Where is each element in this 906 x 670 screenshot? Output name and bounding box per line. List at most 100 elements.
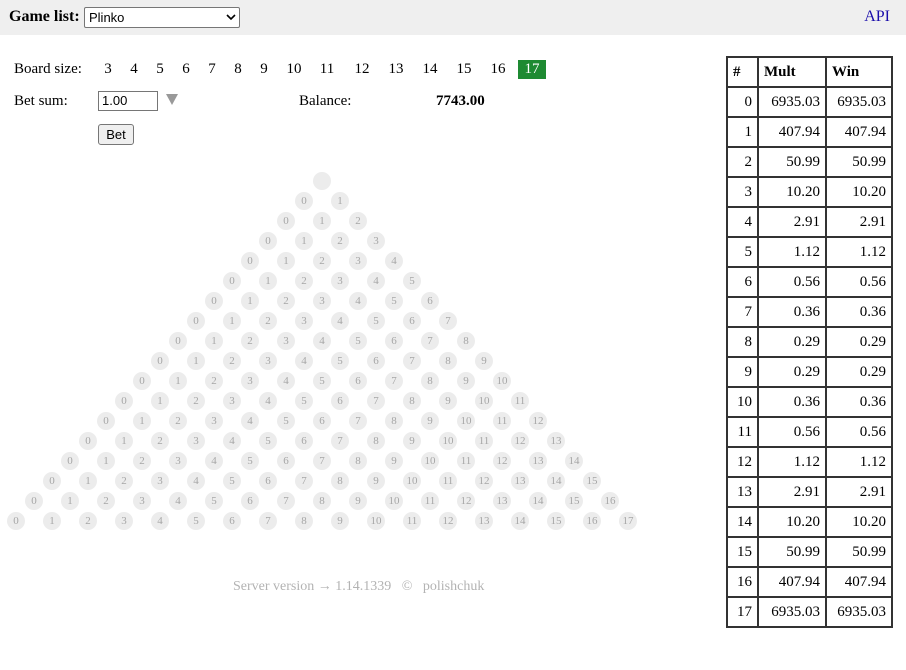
mult-cell: 407.94 <box>757 566 827 598</box>
api-link[interactable]: API <box>864 8 890 26</box>
board-peg: 15 <box>565 492 583 510</box>
board-peg: 1 <box>97 452 115 470</box>
board-peg: 6 <box>331 392 349 410</box>
board-peg: 8 <box>367 432 385 450</box>
board-peg: 0 <box>241 252 259 270</box>
board-peg: 8 <box>421 372 439 390</box>
table-row: 12 1.12 1.12 <box>726 446 893 478</box>
board-peg: 4 <box>241 412 259 430</box>
row-index-cell: 0 <box>726 86 759 118</box>
mult-cell: 1.12 <box>757 446 827 478</box>
board-peg: 3 <box>349 252 367 270</box>
row-index-cell: 10 <box>726 386 759 418</box>
board-peg: 11 <box>457 452 475 470</box>
row-index-cell: 2 <box>726 146 759 178</box>
board-peg: 2 <box>169 412 187 430</box>
mult-cell: 0.36 <box>757 296 827 328</box>
board-peg: 3 <box>205 412 223 430</box>
board-peg: 14 <box>565 452 583 470</box>
row-index-cell: 14 <box>726 506 759 538</box>
board-peg: 10 <box>439 432 457 450</box>
board-peg: 2 <box>313 252 331 270</box>
board-peg: 11 <box>421 492 439 510</box>
board-peg: 12 <box>457 492 475 510</box>
mult-cell: 2.91 <box>757 206 827 238</box>
row-index-cell: 9 <box>726 356 759 388</box>
board-peg: 2 <box>79 512 97 530</box>
board-peg: 1 <box>133 412 151 430</box>
board-peg: 7 <box>331 432 349 450</box>
board-peg: 5 <box>241 452 259 470</box>
mult-cell: 10.20 <box>757 506 827 538</box>
board-peg: 5 <box>331 352 349 370</box>
board-peg: 4 <box>331 312 349 330</box>
board-peg: 4 <box>385 252 403 270</box>
board-peg: 7 <box>403 352 421 370</box>
board-peg: 1 <box>169 372 187 390</box>
plinko-board: 0101201230123401234501234560123456701234… <box>0 0 700 560</box>
board-peg: 4 <box>259 392 277 410</box>
board-peg: 8 <box>331 472 349 490</box>
board-peg: 3 <box>277 332 295 350</box>
table-row: 6 0.56 0.56 <box>726 266 893 298</box>
board-peg: 5 <box>187 512 205 530</box>
board-peg: 12 <box>529 412 547 430</box>
board-peg: 10 <box>493 372 511 390</box>
board-peg: 2 <box>187 392 205 410</box>
board-peg: 9 <box>331 512 349 530</box>
board-peg: 4 <box>367 272 385 290</box>
table-row: 10 0.36 0.36 <box>726 386 893 418</box>
table-row: 0 6935.03 6935.03 <box>726 86 893 118</box>
table-row: 8 0.29 0.29 <box>726 326 893 358</box>
board-peg: 2 <box>133 452 151 470</box>
board-peg: 12 <box>493 452 511 470</box>
board-peg: 11 <box>475 432 493 450</box>
board-peg: 5 <box>349 332 367 350</box>
board-peg: 3 <box>151 472 169 490</box>
win-cell: 0.36 <box>825 386 893 418</box>
board-peg: 16 <box>601 492 619 510</box>
row-index-cell: 11 <box>726 416 759 448</box>
row-index-cell: 15 <box>726 536 759 568</box>
board-peg: 2 <box>277 292 295 310</box>
board-peg: 15 <box>583 472 601 490</box>
mult-cell: 6935.03 <box>757 86 827 118</box>
board-peg: 9 <box>349 492 367 510</box>
board-peg: 1 <box>331 192 349 210</box>
board-peg: 6 <box>421 292 439 310</box>
board-peg: 1 <box>313 212 331 230</box>
row-index-cell: 6 <box>726 266 759 298</box>
board-peg: 3 <box>223 392 241 410</box>
board-peg: 6 <box>223 512 241 530</box>
board-peg: 11 <box>439 472 457 490</box>
board-peg: 8 <box>403 392 421 410</box>
board-peg: 5 <box>385 292 403 310</box>
board-peg: 13 <box>511 472 529 490</box>
board-peg: 8 <box>439 352 457 370</box>
board-peg: 15 <box>547 512 565 530</box>
board-peg: 4 <box>277 372 295 390</box>
board-peg: 0 <box>97 412 115 430</box>
board-peg: 0 <box>115 392 133 410</box>
board-peg: 5 <box>205 492 223 510</box>
multiplier-table: # Mult Win 0 6935.03 6935.03 1 407.94 407.94 2… <box>726 56 893 628</box>
mult-cell: 0.29 <box>757 326 827 358</box>
board-peg: 13 <box>493 492 511 510</box>
table-row: 13 2.91 2.91 <box>726 476 893 508</box>
board-peg: 0 <box>277 212 295 230</box>
board-peg: 10 <box>385 492 403 510</box>
table-row: 4 2.91 2.91 <box>726 206 893 238</box>
board-peg: 3 <box>313 292 331 310</box>
win-cell: 6935.03 <box>825 86 893 118</box>
row-index-cell: 3 <box>726 176 759 208</box>
board-peg: 0 <box>205 292 223 310</box>
board-peg: 0 <box>7 512 25 530</box>
board-peg: 13 <box>529 452 547 470</box>
board-peg: 4 <box>223 432 241 450</box>
board-peg: 9 <box>403 432 421 450</box>
board-peg: 9 <box>421 412 439 430</box>
footer: Server version → 1.14.1339 © polishchuk <box>233 579 484 595</box>
row-index-cell: 17 <box>726 596 759 628</box>
board-peg: 4 <box>295 352 313 370</box>
board-peg: 14 <box>529 492 547 510</box>
